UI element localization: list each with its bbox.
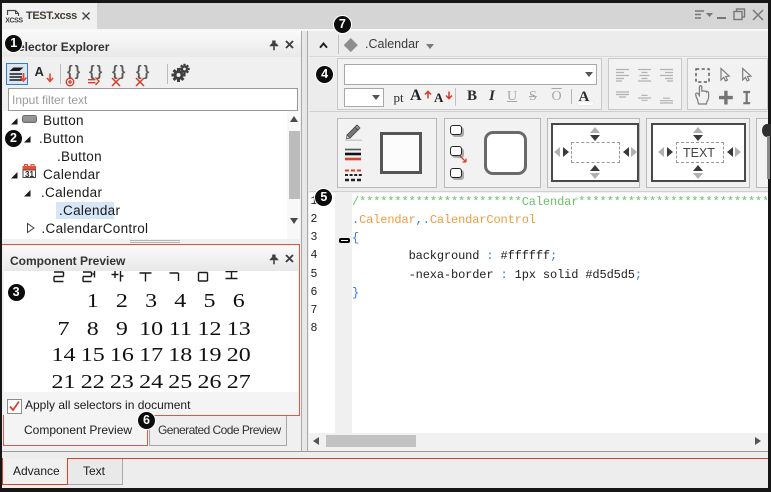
svg-text:XCSS: XCSS [5, 18, 23, 25]
svg-text:31: 31 [25, 170, 34, 178]
